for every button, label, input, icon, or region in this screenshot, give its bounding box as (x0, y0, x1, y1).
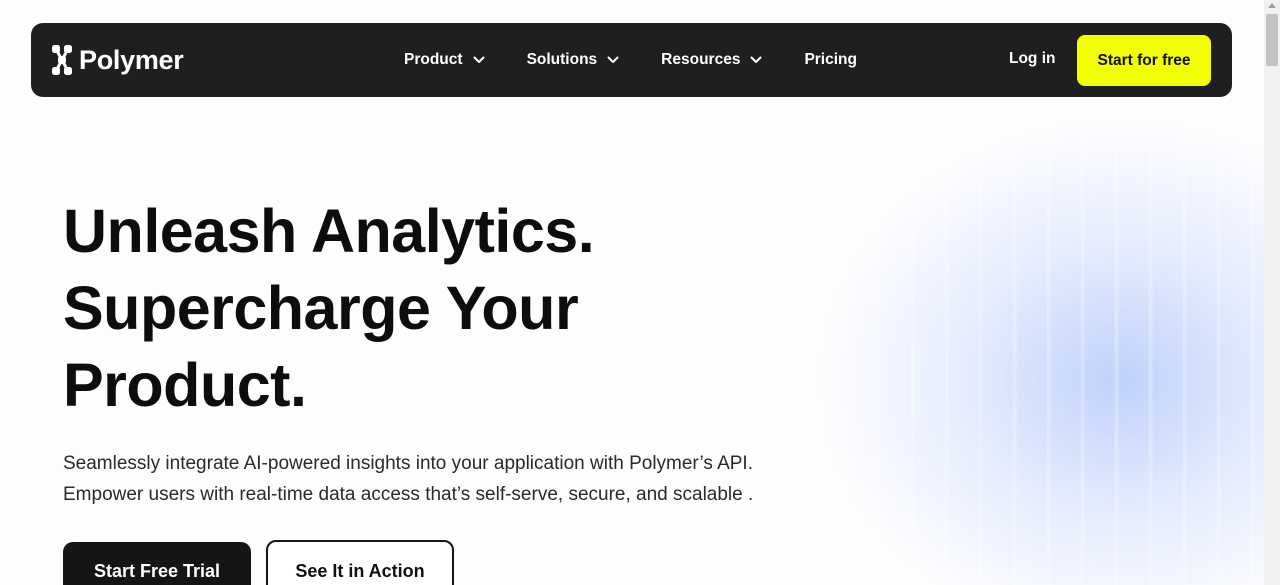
chevron-down-icon (607, 56, 619, 63)
subtext-line: Seamlessly integrate AI-powered insights… (63, 453, 753, 474)
nav-item-label: Product (404, 51, 463, 68)
landing-page: Polymer Product Solutions Resources Pric… (0, 0, 1280, 585)
nav-item-label: Solutions (526, 51, 598, 68)
start-free-trial-button[interactable]: Start Free Trial (63, 542, 251, 585)
headline-line: Product. (63, 351, 307, 419)
background-glow (760, 100, 1280, 585)
hero-subtext: Seamlessly integrate AI-powered insights… (63, 448, 753, 510)
headline-line: Unleash Analytics. (63, 197, 595, 265)
brand-logo[interactable]: Polymer (51, 42, 184, 78)
nav-item-pricing[interactable]: Pricing (804, 51, 857, 69)
nav-item-label: Resources (661, 51, 741, 68)
chevron-down-icon (473, 56, 485, 63)
chevron-down-icon (750, 56, 762, 63)
start-for-free-button[interactable]: Start for free (1077, 35, 1211, 86)
top-navbar: Polymer Product Solutions Resources Pric… (31, 23, 1232, 97)
subtext-line: Empower users with real-time data access… (63, 484, 754, 505)
nav-item-resources[interactable]: Resources (661, 51, 763, 69)
background-stripes (780, 100, 1264, 585)
hero-headline: Unleash Analytics. Supercharge Your Prod… (63, 193, 595, 424)
polymer-logo-icon (52, 45, 72, 75)
nav-links: Product Solutions Resources Pricing (404, 23, 857, 97)
nav-item-solutions[interactable]: Solutions (527, 51, 621, 69)
nav-item-product[interactable]: Product (404, 51, 486, 69)
scrollbar-thumb[interactable] (1266, 14, 1278, 66)
brand-name: Polymer (79, 44, 184, 75)
nav-item-label: Pricing (804, 51, 857, 68)
login-link[interactable]: Log in (1009, 50, 1056, 68)
page-scrollbar[interactable] (1264, 0, 1280, 585)
see-it-in-action-button[interactable]: See It in Action (266, 540, 454, 585)
scroll-up-arrow-icon[interactable] (1268, 3, 1276, 8)
headline-line: Supercharge Your (63, 274, 579, 342)
